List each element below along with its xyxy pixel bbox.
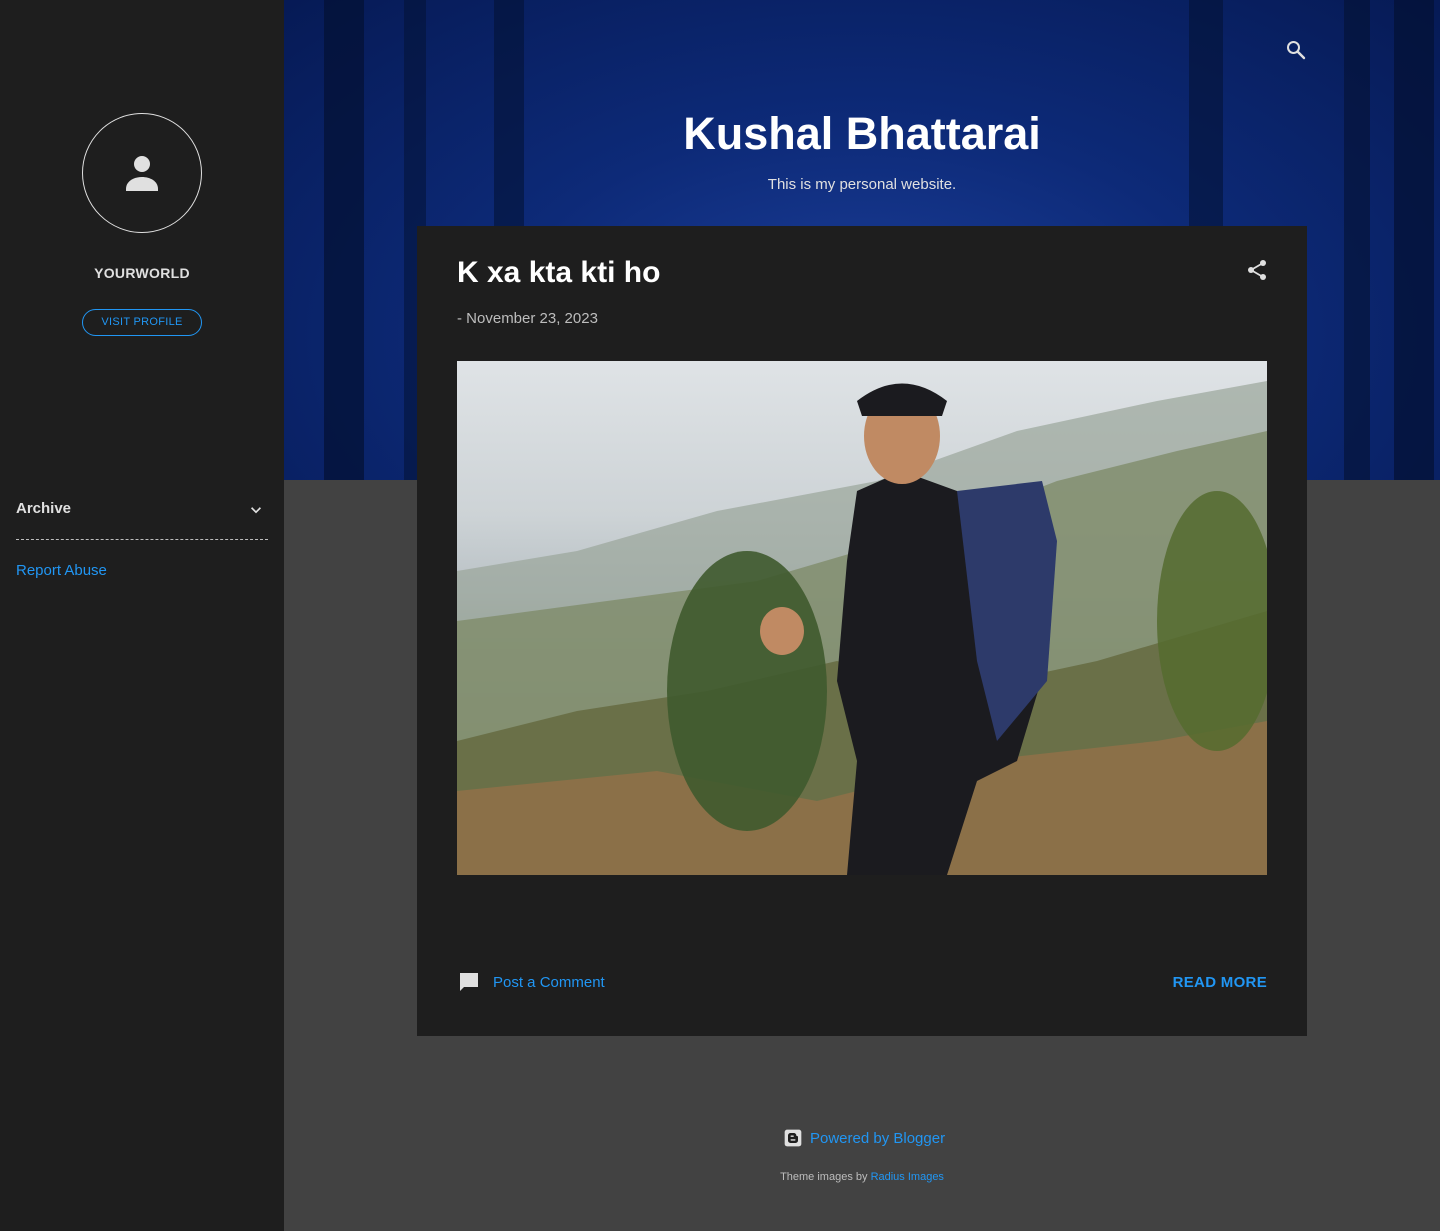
sidebar: YOURWORLD VISIT PROFILE Archive Report A… [0, 0, 284, 1231]
header-background-tree [1344, 0, 1370, 480]
archive-toggle[interactable]: Archive [16, 498, 268, 540]
powered-by-blogger-link[interactable]: Powered by Blogger [783, 1128, 945, 1148]
header-background-tree [1394, 0, 1434, 480]
search-icon[interactable] [1284, 38, 1308, 62]
visit-profile-button[interactable]: VISIT PROFILE [82, 309, 202, 336]
archive-label: Archive [16, 500, 72, 517]
post-image-scene [457, 381, 1267, 875]
comment-label: Post a Comment [493, 973, 605, 991]
blog-title[interactable]: Kushal Bhattarai [284, 108, 1440, 160]
read-more-link[interactable]: READ MORE [1173, 974, 1267, 991]
theme-credit: Theme images by Radius Images [284, 1171, 1440, 1183]
blog-description: This is my personal website. [767, 176, 957, 193]
powered-by-label: Powered by Blogger [810, 1129, 946, 1147]
post-comment-link[interactable]: Post a Comment [457, 970, 605, 994]
person-icon [126, 156, 158, 191]
post-date-link[interactable]: November 23, 2023 [466, 310, 598, 327]
header-background-tree [324, 0, 364, 480]
share-icon[interactable] [1245, 258, 1269, 282]
avatar[interactable] [82, 113, 202, 233]
post-card: K xa kta kti ho - November 23, 2023 Post [417, 226, 1307, 1036]
theme-credit-prefix: Theme images by [780, 1171, 868, 1183]
blogger-icon [784, 1129, 802, 1147]
post-title[interactable]: K xa kta kti ho [457, 256, 660, 290]
theme-credit-link[interactable]: Radius Images [871, 1171, 944, 1183]
post-date: - November 23, 2023 [457, 310, 598, 327]
comment-icon [460, 973, 478, 991]
post-image[interactable] [457, 361, 1267, 875]
chevron-down-icon [251, 507, 261, 514]
profile-name: YOURWORLD [94, 265, 190, 281]
post-date-prefix: - [457, 310, 462, 327]
report-abuse-link[interactable]: Report Abuse [16, 562, 107, 579]
